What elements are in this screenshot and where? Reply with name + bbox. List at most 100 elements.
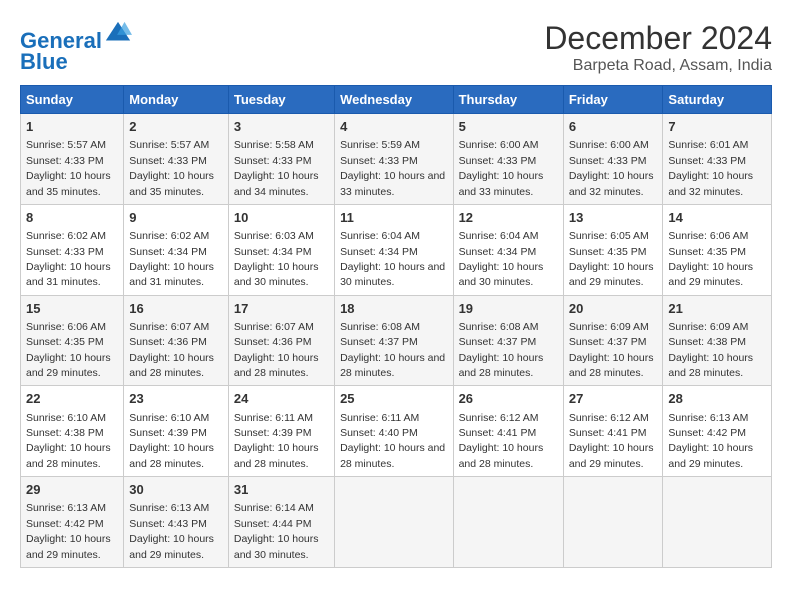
calendar-cell: 10Sunrise: 6:03 AMSunset: 4:34 PMDayligh…	[228, 204, 334, 295]
week-row-4: 22 Sunrise: 6:10 AMSunset: 4:38 PMDayligh…	[21, 386, 772, 477]
day-number: 19	[459, 300, 558, 318]
day-info: Sunrise: 6:02 AMSunset: 4:33 PMDaylight:…	[26, 230, 111, 288]
day-number: 26	[459, 390, 558, 408]
header-friday: Friday	[563, 86, 663, 114]
day-number: 13	[569, 209, 658, 227]
day-info: Sunrise: 6:00 AMSunset: 4:33 PMDaylight:…	[459, 139, 544, 197]
calendar-cell: 20Sunrise: 6:09 AMSunset: 4:37 PMDayligh…	[563, 295, 663, 386]
day-info: Sunrise: 5:57 AMSunset: 4:33 PMDaylight:…	[129, 139, 214, 197]
day-info: Sunrise: 6:07 AMSunset: 4:36 PMDaylight:…	[234, 321, 319, 379]
calendar-cell: 17 Sunrise: 6:07 AMSunset: 4:36 PMDayligh…	[228, 295, 334, 386]
day-info: Sunrise: 6:11 AMSunset: 4:40 PMDaylight:…	[340, 412, 445, 470]
title-block: December 2024 Barpeta Road, Assam, India	[544, 20, 772, 75]
logo-icon	[104, 20, 132, 48]
day-number: 18	[340, 300, 447, 318]
calendar-cell: 26 Sunrise: 6:12 AMSunset: 4:41 PMDayligh…	[453, 386, 563, 477]
main-title: December 2024	[544, 20, 772, 57]
day-number: 25	[340, 390, 447, 408]
calendar-cell: 14Sunrise: 6:06 AMSunset: 4:35 PMDayligh…	[663, 204, 772, 295]
header-thursday: Thursday	[453, 86, 563, 114]
header-tuesday: Tuesday	[228, 86, 334, 114]
day-number: 7	[668, 118, 766, 136]
day-info: Sunrise: 6:13 AMSunset: 4:42 PMDaylight:…	[668, 412, 753, 470]
day-info: Sunrise: 6:04 AMSunset: 4:34 PMDaylight:…	[459, 230, 544, 288]
calendar-cell: 8 Sunrise: 6:02 AMSunset: 4:33 PMDaylight…	[21, 204, 124, 295]
calendar-cell	[335, 477, 453, 568]
day-number: 17	[234, 300, 329, 318]
day-number: 5	[459, 118, 558, 136]
day-info: Sunrise: 6:10 AMSunset: 4:38 PMDaylight:…	[26, 412, 111, 470]
day-number: 2	[129, 118, 223, 136]
calendar-cell: 22 Sunrise: 6:10 AMSunset: 4:38 PMDayligh…	[21, 386, 124, 477]
calendar-cell: 2 Sunrise: 5:57 AMSunset: 4:33 PMDaylight…	[124, 114, 229, 205]
day-info: Sunrise: 6:01 AMSunset: 4:33 PMDaylight:…	[668, 139, 753, 197]
calendar-cell: 30Sunrise: 6:13 AMSunset: 4:43 PMDayligh…	[124, 477, 229, 568]
week-row-2: 8 Sunrise: 6:02 AMSunset: 4:33 PMDaylight…	[21, 204, 772, 295]
day-info: Sunrise: 6:14 AMSunset: 4:44 PMDaylight:…	[234, 502, 319, 560]
header-sunday: Sunday	[21, 86, 124, 114]
day-number: 21	[668, 300, 766, 318]
day-number: 12	[459, 209, 558, 227]
calendar-header-row: SundayMondayTuesdayWednesdayThursdayFrid…	[21, 86, 772, 114]
calendar-cell	[563, 477, 663, 568]
day-number: 22	[26, 390, 118, 408]
day-number: 24	[234, 390, 329, 408]
day-number: 8	[26, 209, 118, 227]
calendar-cell: 5 Sunrise: 6:00 AMSunset: 4:33 PMDaylight…	[453, 114, 563, 205]
day-info: Sunrise: 6:06 AMSunset: 4:35 PMDaylight:…	[26, 321, 111, 379]
week-row-1: 1 Sunrise: 5:57 AMSunset: 4:33 PMDaylight…	[21, 114, 772, 205]
day-number: 10	[234, 209, 329, 227]
day-number: 9	[129, 209, 223, 227]
calendar-cell: 1 Sunrise: 5:57 AMSunset: 4:33 PMDaylight…	[21, 114, 124, 205]
day-info: Sunrise: 6:10 AMSunset: 4:39 PMDaylight:…	[129, 412, 214, 470]
day-number: 20	[569, 300, 658, 318]
day-number: 16	[129, 300, 223, 318]
calendar-cell: 4Sunrise: 5:59 AMSunset: 4:33 PMDaylight…	[335, 114, 453, 205]
day-info: Sunrise: 6:12 AMSunset: 4:41 PMDaylight:…	[459, 412, 544, 470]
calendar-cell: 25 Sunrise: 6:11 AMSunset: 4:40 PMDayligh…	[335, 386, 453, 477]
calendar-cell: 19 Sunrise: 6:08 AMSunset: 4:37 PMDayligh…	[453, 295, 563, 386]
calendar-body: 1 Sunrise: 5:57 AMSunset: 4:33 PMDaylight…	[21, 114, 772, 568]
header-saturday: Saturday	[663, 86, 772, 114]
day-info: Sunrise: 5:58 AMSunset: 4:33 PMDaylight:…	[234, 139, 319, 197]
day-info: Sunrise: 6:13 AMSunset: 4:43 PMDaylight:…	[129, 502, 214, 560]
header-monday: Monday	[124, 86, 229, 114]
day-number: 1	[26, 118, 118, 136]
calendar-cell: 18 Sunrise: 6:08 AMSunset: 4:37 PMDayligh…	[335, 295, 453, 386]
calendar-cell: 3 Sunrise: 5:58 AMSunset: 4:33 PMDaylight…	[228, 114, 334, 205]
calendar-cell: 9Sunrise: 6:02 AMSunset: 4:34 PMDaylight…	[124, 204, 229, 295]
calendar-cell: 31Sunrise: 6:14 AMSunset: 4:44 PMDayligh…	[228, 477, 334, 568]
subtitle: Barpeta Road, Assam, India	[544, 57, 772, 75]
calendar-cell: 6 Sunrise: 6:00 AMSunset: 4:33 PMDaylight…	[563, 114, 663, 205]
day-info: Sunrise: 6:09 AMSunset: 4:38 PMDaylight:…	[668, 321, 753, 379]
calendar-cell: 21 Sunrise: 6:09 AMSunset: 4:38 PMDayligh…	[663, 295, 772, 386]
day-info: Sunrise: 6:00 AMSunset: 4:33 PMDaylight:…	[569, 139, 654, 197]
day-info: Sunrise: 6:08 AMSunset: 4:37 PMDaylight:…	[459, 321, 544, 379]
calendar-cell: 28Sunrise: 6:13 AMSunset: 4:42 PMDayligh…	[663, 386, 772, 477]
day-number: 29	[26, 481, 118, 499]
calendar-cell: 7 Sunrise: 6:01 AMSunset: 4:33 PMDaylight…	[663, 114, 772, 205]
calendar-cell: 16 Sunrise: 6:07 AMSunset: 4:36 PMDayligh…	[124, 295, 229, 386]
day-info: Sunrise: 5:59 AMSunset: 4:33 PMDaylight:…	[340, 139, 445, 197]
logo: General Blue	[20, 20, 132, 75]
calendar-cell	[453, 477, 563, 568]
day-number: 11	[340, 209, 447, 227]
calendar-table: SundayMondayTuesdayWednesdayThursdayFrid…	[20, 85, 772, 568]
calendar-cell: 15Sunrise: 6:06 AMSunset: 4:35 PMDayligh…	[21, 295, 124, 386]
day-info: Sunrise: 6:07 AMSunset: 4:36 PMDaylight:…	[129, 321, 214, 379]
calendar-cell	[663, 477, 772, 568]
calendar-cell: 23 Sunrise: 6:10 AMSunset: 4:39 PMDayligh…	[124, 386, 229, 477]
calendar-cell: 13 Sunrise: 6:05 AMSunset: 4:35 PMDayligh…	[563, 204, 663, 295]
day-info: Sunrise: 6:08 AMSunset: 4:37 PMDaylight:…	[340, 321, 445, 379]
day-number: 23	[129, 390, 223, 408]
day-info: Sunrise: 6:05 AMSunset: 4:35 PMDaylight:…	[569, 230, 654, 288]
day-number: 27	[569, 390, 658, 408]
calendar-cell: 12 Sunrise: 6:04 AMSunset: 4:34 PMDayligh…	[453, 204, 563, 295]
day-info: Sunrise: 5:57 AMSunset: 4:33 PMDaylight:…	[26, 139, 111, 197]
day-info: Sunrise: 6:04 AMSunset: 4:34 PMDaylight:…	[340, 230, 445, 288]
week-row-5: 29Sunrise: 6:13 AMSunset: 4:42 PMDayligh…	[21, 477, 772, 568]
calendar-cell: 27Sunrise: 6:12 AMSunset: 4:41 PMDayligh…	[563, 386, 663, 477]
header-wednesday: Wednesday	[335, 86, 453, 114]
day-number: 3	[234, 118, 329, 136]
day-number: 6	[569, 118, 658, 136]
